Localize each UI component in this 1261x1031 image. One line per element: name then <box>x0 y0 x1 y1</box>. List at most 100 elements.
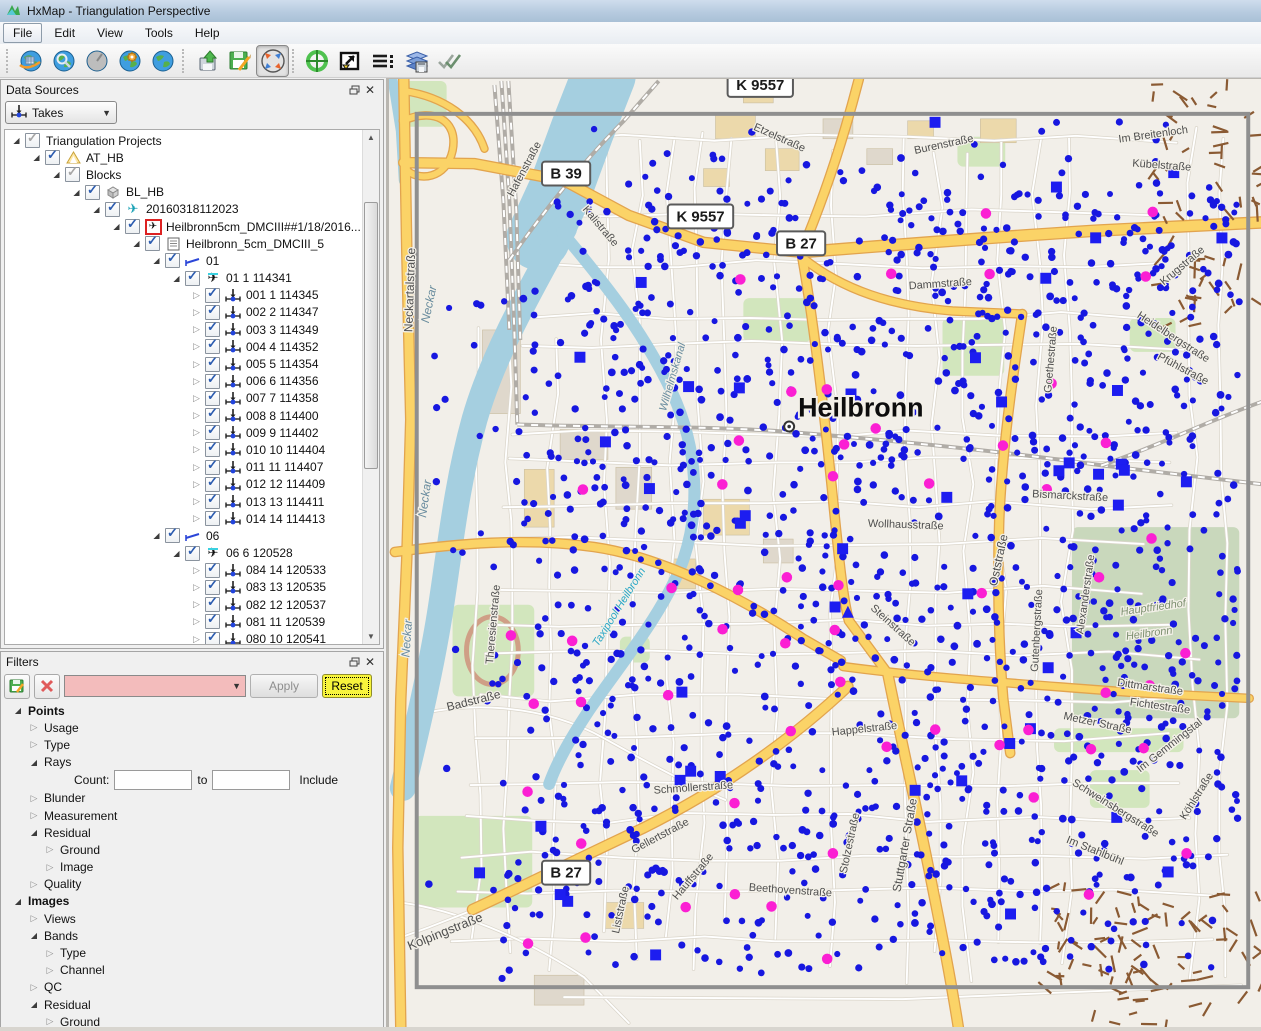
expand-icon[interactable]: ▷ <box>189 462 204 473</box>
tree-row[interactable]: ◢✓✈Heilbronn5cm_DMCIII##1/18/2016... <box>5 218 362 235</box>
tree-row[interactable]: ▷✓ 014 14 114413 <box>5 510 362 527</box>
visibility-checkbox[interactable]: ✓ <box>65 167 80 182</box>
close-panel-icon[interactable]: ✕ <box>362 83 378 97</box>
filter-row-residual[interactable]: ◢Residual <box>4 996 380 1013</box>
collapse-icon[interactable]: ◢ <box>69 188 84 197</box>
collapse-icon[interactable]: ◢ <box>169 274 184 283</box>
tree-row[interactable]: ▷✓004 4 114352 <box>5 338 362 355</box>
filter-row-blunder[interactable]: ▷Blunder <box>4 790 380 807</box>
save-edit-button[interactable] <box>223 45 256 77</box>
close-panel-icon[interactable]: ✕ <box>362 655 378 669</box>
tree-item-label[interactable]: 01 1 114341 <box>224 271 294 285</box>
count-from-input[interactable] <box>114 770 192 790</box>
expand-icon[interactable]: ▷ <box>26 793 42 804</box>
export-view-button[interactable] <box>333 45 366 77</box>
visibility-checkbox[interactable]: ✓ <box>85 185 100 200</box>
tree-row[interactable]: ◢✓AT_HB <box>5 149 362 166</box>
tree-item-label[interactable]: 083 13 120535 <box>244 580 328 594</box>
target-button[interactable] <box>300 45 333 77</box>
tree-row[interactable]: ▷✓006 6 114356 <box>5 373 362 390</box>
float-panel-icon[interactable] <box>346 83 362 97</box>
list-button[interactable] <box>366 45 399 77</box>
visibility-checkbox[interactable]: ✓ <box>25 133 40 148</box>
save-filter-button[interactable] <box>4 674 30 699</box>
expand-icon[interactable]: ▷ <box>42 965 58 976</box>
collapse-icon[interactable]: ◢ <box>26 931 42 940</box>
globe-network-button[interactable] <box>14 45 47 77</box>
tree-item-label[interactable]: 080 10 120541 <box>244 632 328 645</box>
visibility-checkbox[interactable]: ✓ <box>205 597 220 612</box>
tree-scrollbar[interactable]: ▲ ▼ <box>362 130 379 644</box>
tree-item-label[interactable]: 010 10 114404 <box>244 443 327 457</box>
expand-icon[interactable]: ▷ <box>189 324 204 335</box>
tree-row[interactable]: ▷✓012 12 114409 <box>5 476 362 493</box>
tree-row[interactable]: ▷✓ 010 10 114404 <box>5 441 362 458</box>
menu-file[interactable]: File <box>3 23 42 43</box>
tree-row[interactable]: ▷✓013 13 114411 <box>5 493 362 510</box>
tree-row[interactable]: ▷✓009 9 114402 <box>5 424 362 441</box>
filter-row-type[interactable]: ▷Type <box>4 736 380 753</box>
tree-row[interactable]: ▷✓001 1 114345 <box>5 287 362 304</box>
float-panel-icon[interactable] <box>346 655 362 669</box>
visibility-checkbox[interactable]: ✓ <box>185 271 200 286</box>
expand-icon[interactable]: ▷ <box>42 862 58 873</box>
visibility-checkbox[interactable]: ✓ <box>205 408 220 423</box>
tree-item-label[interactable]: 012 12 114409 <box>244 477 327 491</box>
filter-row-channel[interactable]: ▷Channel <box>4 962 380 979</box>
tree-row[interactable]: ◢✓Blocks <box>5 166 362 183</box>
import-button[interactable] <box>190 45 223 77</box>
visibility-checkbox[interactable]: ✓ <box>205 580 220 595</box>
visibility-checkbox[interactable]: ✓ <box>205 511 220 526</box>
collapse-icon[interactable]: ◢ <box>129 239 144 248</box>
expand-icon[interactable]: ▷ <box>189 427 204 438</box>
filter-row-usage[interactable]: ▷Usage <box>4 719 380 736</box>
menu-view[interactable]: View <box>87 23 133 43</box>
visibility-checkbox[interactable]: ✓ <box>205 632 220 645</box>
filter-row-views[interactable]: ▷Views <box>4 910 380 927</box>
map-canvas[interactable]: K 9557B 39K 9557B 27B 27EtzelstraßeIm Br… <box>389 79 1261 1027</box>
expand-icon[interactable]: ▷ <box>189 307 204 318</box>
filter-row-measurement[interactable]: ▷Measurement <box>4 807 380 824</box>
map-view[interactable]: K 9557B 39K 9557B 27B 27EtzelstraßeIm Br… <box>386 78 1261 1027</box>
tree-item-label[interactable]: 06 6 120528 <box>224 546 295 560</box>
collapse-icon[interactable]: ◢ <box>149 256 164 265</box>
expand-icon[interactable]: ▷ <box>26 810 42 821</box>
expand-icon[interactable]: ▷ <box>189 634 204 645</box>
expand-icon[interactable]: ▷ <box>189 599 204 610</box>
visibility-checkbox[interactable]: ✓ <box>205 442 220 457</box>
tree-item-label[interactable]: Triangulation Projects <box>44 134 164 148</box>
tree-item-label[interactable]: 004 4 114352 <box>244 340 321 354</box>
tree-row[interactable]: ◢✓✈06 6 120528 <box>5 545 362 562</box>
delete-filter-button[interactable] <box>34 674 60 699</box>
apply-button[interactable]: Apply <box>250 674 318 698</box>
tree-item-label[interactable]: 014 14 114413 <box>244 512 327 526</box>
tree-row[interactable]: ▷✓ 080 10 120541 <box>5 630 362 645</box>
tree-item-label[interactable]: 06 <box>204 529 221 543</box>
visibility-checkbox[interactable]: ✓ <box>205 425 220 440</box>
visibility-checkbox[interactable]: ✓ <box>205 477 220 492</box>
filter-row-quality[interactable]: ▷Quality <box>4 876 380 893</box>
filter-row-type[interactable]: ▷Type <box>4 944 380 961</box>
expand-icon[interactable]: ▷ <box>189 444 204 455</box>
filter-row-ground[interactable]: ▷Ground <box>4 1013 380 1027</box>
layers-save-button[interactable] <box>399 45 432 77</box>
tree-row[interactable]: ◢✓Heilbronn_5cm_DMCIII_5 <box>5 235 362 252</box>
expand-icon[interactable]: ▷ <box>189 513 204 524</box>
tree-row[interactable]: ◢✓01 <box>5 252 362 269</box>
tree-item-label[interactable]: 007 7 114358 <box>244 391 321 405</box>
expand-icon[interactable]: ▷ <box>26 913 42 924</box>
expand-icon[interactable]: ▷ <box>189 376 204 387</box>
expand-icon[interactable]: ▷ <box>189 359 204 370</box>
tree-row[interactable]: ▷✓011 11 114407 <box>5 459 362 476</box>
visibility-checkbox[interactable]: ✓ <box>145 236 160 251</box>
tree-item-label[interactable]: 008 8 114400 <box>244 409 321 423</box>
tree-item-label[interactable]: 006 6 114356 <box>244 374 321 388</box>
expand-icon[interactable]: ▷ <box>26 722 42 733</box>
visibility-checkbox[interactable]: ✓ <box>205 322 220 337</box>
collapse-icon[interactable]: ◢ <box>89 205 104 214</box>
visibility-checkbox[interactable]: ✓ <box>165 528 180 543</box>
tree-item-label[interactable]: 011 11 114407 <box>244 460 325 474</box>
visibility-checkbox[interactable]: ✓ <box>205 339 220 354</box>
takes-selector[interactable]: Takes ▼ <box>5 101 117 124</box>
tree-row[interactable]: ▷✓003 3 114349 <box>5 321 362 338</box>
